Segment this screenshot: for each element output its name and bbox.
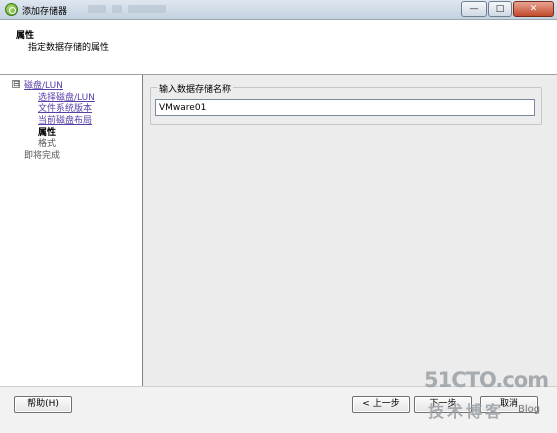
datastore-name-label: 输入数据存储名称	[157, 82, 234, 95]
datastore-name-input[interactable]	[155, 99, 535, 116]
minimize-button[interactable]: —	[461, 1, 487, 17]
title-bar[interactable]: 添加存储器 — □ ✕	[0, 0, 557, 20]
close-button[interactable]: ✕	[513, 1, 554, 17]
cancel-button[interactable]: 取消	[480, 396, 538, 413]
wizard-content: 输入数据存储名称	[143, 75, 557, 386]
app-icon	[5, 3, 18, 16]
window-title: 添加存储器	[22, 7, 68, 17]
wizard-steps-nav: ⊟ 磁盘/LUN 选择磁盘/LUN 文件系统版本 当前磁盘布局 属性 格式 即将…	[8, 75, 143, 386]
ghost-title-fragment	[128, 5, 166, 13]
next-button[interactable]: 下一步	[414, 396, 472, 413]
collapse-toggle-icon[interactable]: ⊟	[12, 80, 20, 88]
ghost-title-fragment	[88, 5, 106, 13]
help-button[interactable]: 帮助(H)	[14, 396, 72, 413]
datastore-name-group: 输入数据存储名称	[150, 82, 542, 125]
nav-step-ready-to-complete: 即将完成	[24, 151, 61, 161]
button-bar: 帮助(H) < 上一步 下一步 取消	[0, 386, 557, 433]
ghost-title-fragment	[112, 5, 122, 13]
wizard-header: 属性 指定数据存储的属性	[0, 20, 557, 75]
maximize-button[interactable]: □	[488, 1, 512, 17]
back-button[interactable]: < 上一步	[352, 396, 410, 413]
page-subtitle: 指定数据存储的属性	[28, 43, 110, 53]
